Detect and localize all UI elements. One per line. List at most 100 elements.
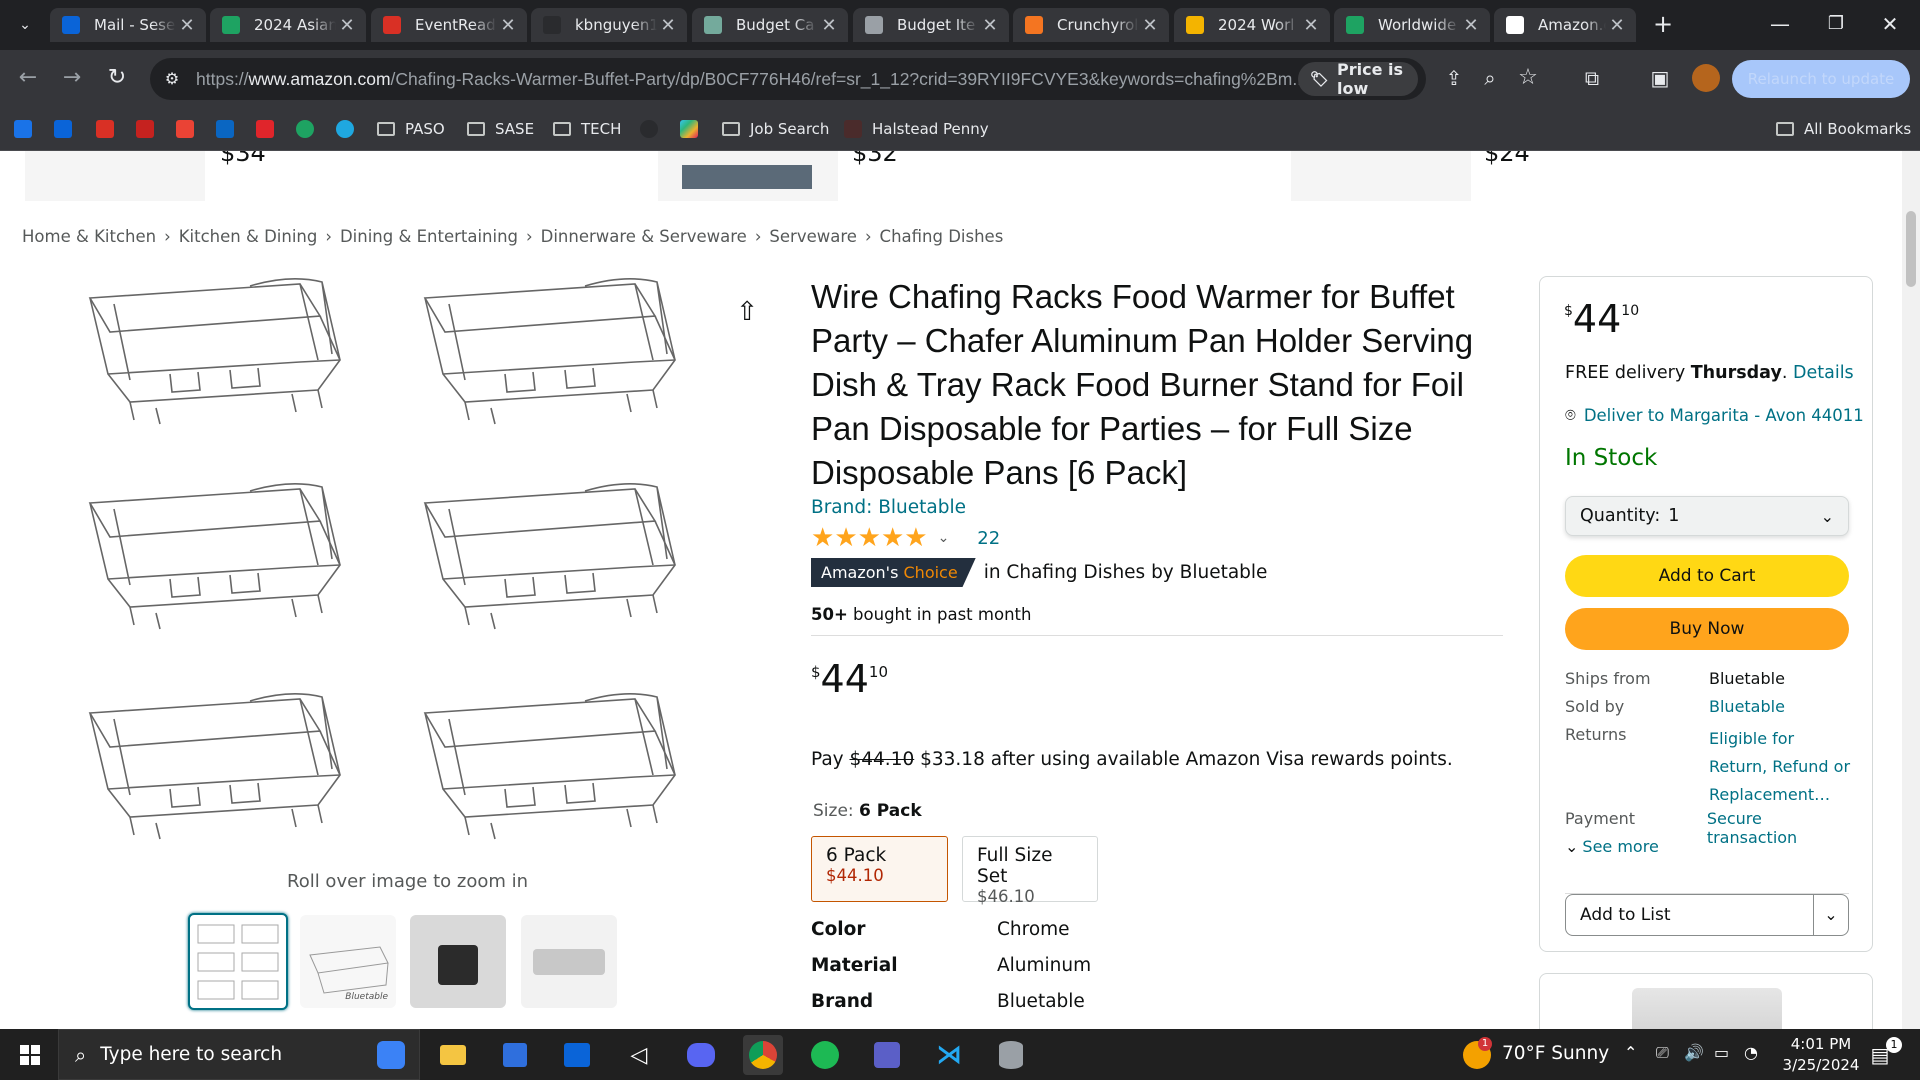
size-option-full-size-set[interactable]: Full Size Set $46.10 xyxy=(962,836,1098,906)
carousel-item-image[interactable] xyxy=(25,151,205,201)
bookmark-outlook[interactable] xyxy=(54,108,72,150)
back-button[interactable]: ← xyxy=(14,64,42,92)
forward-button[interactable]: → xyxy=(58,64,86,92)
tab-close-icon[interactable]: ✕ xyxy=(336,15,358,36)
taskbar-file-explorer[interactable] xyxy=(433,1035,473,1075)
buy-now-button[interactable]: Buy Now xyxy=(1565,608,1849,650)
bookmark-slack[interactable] xyxy=(680,108,698,150)
add-to-list-dropdown[interactable]: ⌄ xyxy=(1814,895,1848,935)
tab-close-icon[interactable]: ✕ xyxy=(979,15,1001,36)
browser-tab[interactable]: Amazon.co✕ xyxy=(1494,8,1636,42)
taskbar-spotify[interactable] xyxy=(805,1035,845,1075)
thumbnail-rack-in-use[interactable] xyxy=(410,915,506,1008)
breadcrumb-link[interactable]: Home & Kitchen xyxy=(22,227,156,246)
share-icon[interactable]: ⇧ xyxy=(732,297,762,327)
new-tab-button[interactable]: + xyxy=(1649,10,1677,38)
all-bookmarks-button[interactable]: All Bookmarks xyxy=(1776,108,1911,150)
battery-icon[interactable]: ▭ xyxy=(1714,1043,1729,1062)
bookmark-folder-paso[interactable]: PASO xyxy=(377,108,445,150)
sold-by-link[interactable]: Bluetable xyxy=(1709,697,1785,725)
relaunch-button[interactable]: Relaunch to update xyxy=(1732,60,1910,98)
tab-close-icon[interactable]: ✕ xyxy=(176,15,198,36)
thumbnail-foil-pans[interactable] xyxy=(521,915,617,1008)
tab-close-icon[interactable]: ✕ xyxy=(818,15,840,36)
size-option-6-pack[interactable]: 6 Pack $44.10 xyxy=(811,836,948,902)
page-scrollbar[interactable] xyxy=(1902,151,1920,1029)
tab-close-icon[interactable]: ✕ xyxy=(1606,15,1628,36)
taskbar-database[interactable] xyxy=(991,1035,1031,1075)
brand-link[interactable]: Brand: Bluetable xyxy=(811,497,966,518)
tray-chevron-up-icon[interactable]: ⌃ xyxy=(1624,1043,1637,1062)
bookmark-folder-tech[interactable]: TECH xyxy=(553,108,621,150)
browser-tab[interactable]: Budget Ite ✕ xyxy=(853,8,1009,42)
breadcrumb-link[interactable]: Dining & Entertaining xyxy=(340,227,518,246)
bookmark-app-4[interactable] xyxy=(336,108,354,150)
deliver-to[interactable]: ⌾ Deliver to Margarita - Avon 44011 xyxy=(1565,405,1864,426)
url-text[interactable]: https://www.amazon.com/Chafing-Racks-War… xyxy=(196,58,1307,100)
deliver-to-link[interactable]: Deliver to Margarita - Avon 44011 xyxy=(1584,406,1864,425)
bookmark-halstead-penny[interactable]: Halstead Penny xyxy=(844,108,989,150)
thumbnail-rack-dimensions[interactable]: Bluetable xyxy=(300,915,396,1008)
tab-close-icon[interactable]: ✕ xyxy=(657,15,679,36)
zoom-icon[interactable]: ⌕ xyxy=(1476,64,1504,92)
tab-close-icon[interactable]: ✕ xyxy=(1460,15,1482,36)
wifi-icon[interactable]: ◔ xyxy=(1744,1043,1758,1062)
tab-close-icon[interactable]: ✕ xyxy=(1300,15,1322,36)
taskbar-unity[interactable]: ◁ xyxy=(619,1035,659,1075)
bookmark-app-1[interactable] xyxy=(96,108,114,150)
tab-close-icon[interactable]: ✕ xyxy=(497,15,519,36)
volume-icon[interactable]: 🔊 xyxy=(1684,1043,1704,1062)
bookmark-app-2[interactable] xyxy=(136,108,154,150)
bookmark-app-3[interactable] xyxy=(296,108,314,150)
carousel-item-image[interactable] xyxy=(658,151,838,201)
taskbar-calendar[interactable] xyxy=(495,1035,535,1075)
reload-button[interactable]: ↻ xyxy=(103,64,131,92)
bookmark-gmail[interactable] xyxy=(176,108,194,150)
browser-tab[interactable]: EventReady ✕ xyxy=(371,8,527,42)
close-window-button[interactable]: ✕ xyxy=(1870,10,1910,38)
minimize-button[interactable]: — xyxy=(1760,10,1800,38)
scrollbar-thumb[interactable] xyxy=(1906,211,1916,287)
carousel-item-image[interactable] xyxy=(1291,151,1471,201)
breadcrumb-link[interactable]: Kitchen & Dining xyxy=(179,227,318,246)
start-button[interactable] xyxy=(10,1035,50,1075)
breadcrumb-link[interactable]: Chafing Dishes xyxy=(880,227,1004,246)
rating-count-link[interactable]: 22 xyxy=(977,528,1000,549)
returns-link[interactable]: Eligible for Return, Refund or Replaceme… xyxy=(1709,725,1855,809)
bookmark-handshake[interactable] xyxy=(256,108,274,150)
browser-tab[interactable]: kbnguyen1 ✕ xyxy=(531,8,687,42)
amazons-choice-badge[interactable]: Amazon's Choice xyxy=(811,558,976,587)
add-to-list-button[interactable]: Add to List xyxy=(1566,895,1814,935)
browser-tab[interactable]: Mail - Sese ✕ xyxy=(50,8,206,42)
bookmark-linkedin[interactable] xyxy=(216,108,234,150)
taskbar-search-box[interactable]: ⌕ Type here to search xyxy=(58,1029,420,1080)
extensions-icon[interactable]: ⧉ xyxy=(1578,64,1606,92)
browser-tab[interactable]: Crunchyrol ✕ xyxy=(1013,8,1169,42)
price-tracking-chip[interactable]: 🏷 Price is low xyxy=(1298,60,1418,98)
add-to-cart-button[interactable]: Add to Cart xyxy=(1565,555,1849,597)
weather-text[interactable]: 70°F Sunny xyxy=(1502,1043,1609,1064)
site-info-icon[interactable]: ⚙ xyxy=(162,69,182,89)
taskbar-discord[interactable] xyxy=(681,1035,721,1075)
clock[interactable]: 4:01 PM 3/25/2024 xyxy=(1776,1034,1866,1076)
browser-tab[interactable]: 2024 Worl ✕ xyxy=(1174,8,1330,42)
breadcrumb-link[interactable]: Dinnerware & Serveware xyxy=(541,227,747,246)
bookmark-github[interactable] xyxy=(640,108,658,150)
browser-tab[interactable]: Worldwide ✕ xyxy=(1334,8,1490,42)
rating-chevron-down-icon[interactable]: ⌄ xyxy=(938,530,950,546)
bookmark-folder-sase[interactable]: SASE xyxy=(467,108,534,150)
bookmark-star-icon[interactable]: ☆ xyxy=(1514,64,1542,92)
browser-tab[interactable]: Budget Ca ✕ xyxy=(692,8,848,42)
payment-link[interactable]: Secure transaction xyxy=(1707,809,1855,847)
address-bar[interactable]: ⚙ https://www.amazon.com/Chafing-Racks-W… xyxy=(150,58,1426,100)
sponsored-ad-box[interactable] xyxy=(1539,973,1873,1029)
taskbar-outlook[interactable] xyxy=(557,1035,597,1075)
delivery-details-link[interactable]: Details xyxy=(1793,363,1854,383)
breadcrumb-link[interactable]: Serveware xyxy=(769,227,857,246)
quantity-select[interactable]: Quantity: 1 ⌄ xyxy=(1565,496,1849,536)
profile-avatar[interactable] xyxy=(1692,64,1720,92)
tab-search-chevron-icon[interactable]: ⌄ xyxy=(14,14,36,36)
taskbar-teams[interactable] xyxy=(867,1035,907,1075)
bookmark-calendar[interactable] xyxy=(14,108,32,150)
track-price-icon[interactable]: ⇪ xyxy=(1440,64,1468,92)
